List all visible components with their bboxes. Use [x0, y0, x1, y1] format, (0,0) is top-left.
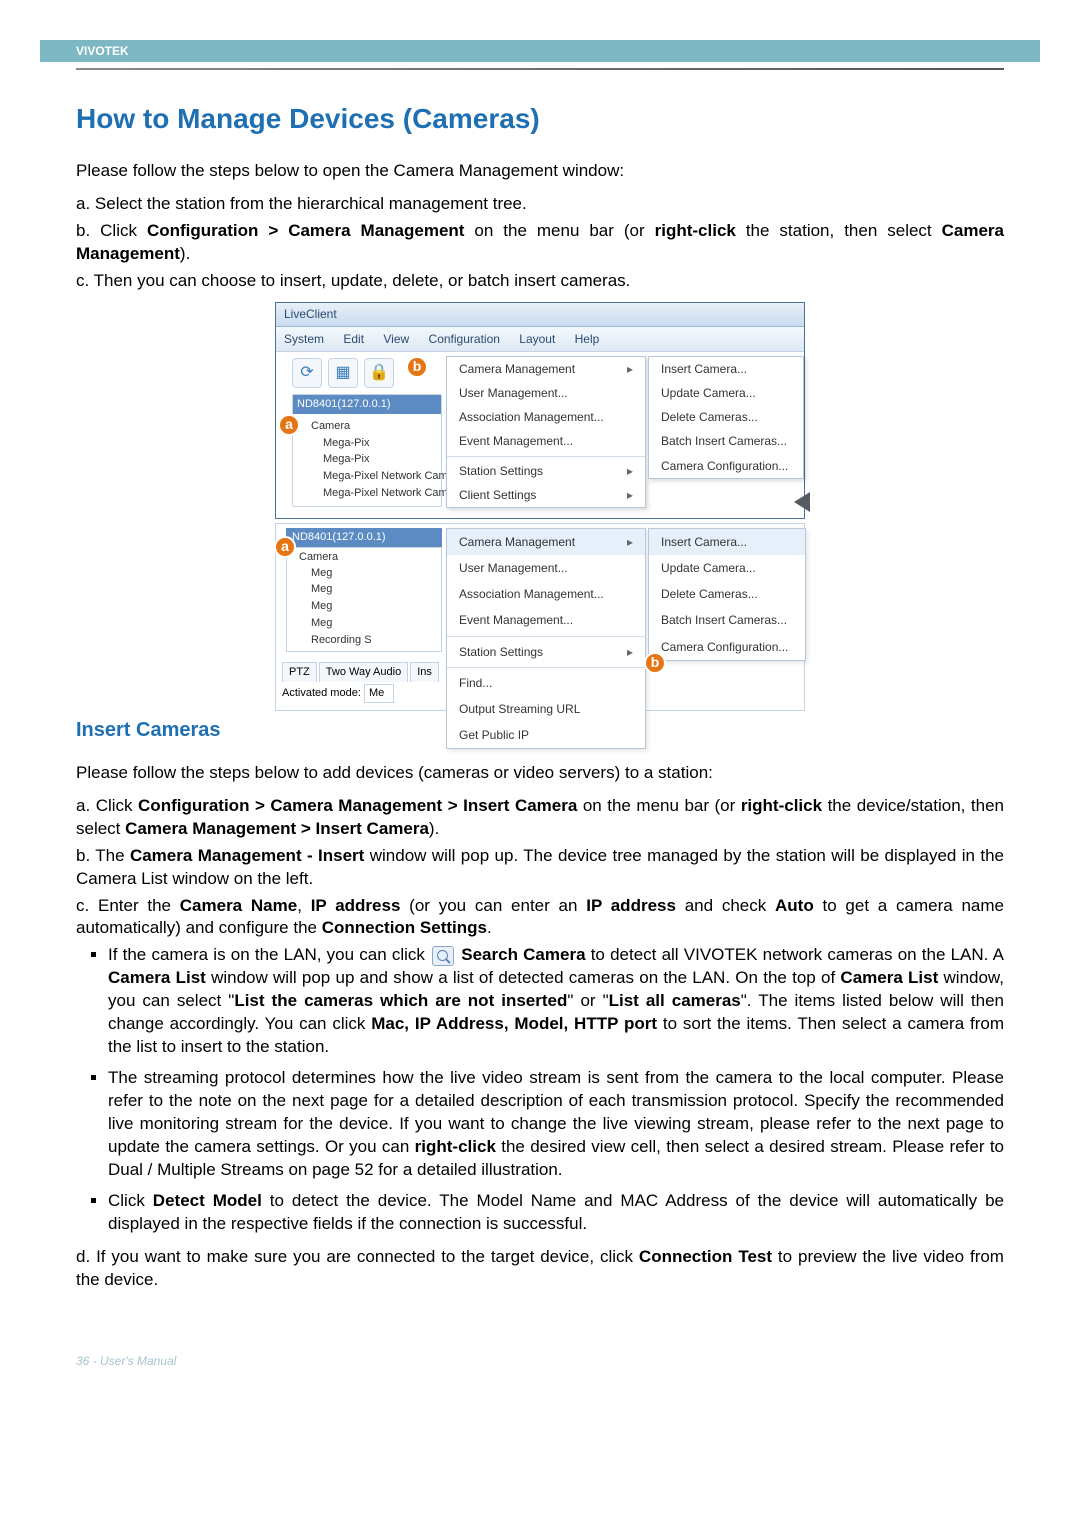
menu-item-station-settings[interactable]: Station Settings▸ — [447, 459, 645, 483]
sub-camera-config[interactable]: Camera Configuration... — [649, 634, 805, 660]
menu-item-association-management[interactable]: Association Management... — [447, 405, 645, 429]
menu-configuration[interactable]: Configuration — [429, 332, 500, 346]
camera-management-submenu: Insert Camera... Update Camera... Delete… — [648, 356, 804, 479]
step-a: a. Select the station from the hierarchi… — [76, 193, 1004, 216]
menu-system[interactable]: System — [284, 332, 324, 346]
context-submenu: Insert Camera... Update Camera... Delete… — [648, 528, 806, 661]
menu-item-user-management[interactable]: User Management... — [447, 381, 645, 405]
menu-view[interactable]: View — [383, 332, 409, 346]
ctx-output-streaming-url[interactable]: Output Streaming URL — [447, 696, 645, 722]
callout-b: b — [644, 652, 666, 674]
menu-bar: System Edit View Configuration Layout He… — [276, 327, 804, 352]
menu-item-event-management[interactable]: Event Management... — [447, 429, 645, 453]
submenu-delete-cameras[interactable]: Delete Cameras... — [649, 405, 803, 429]
tree-cam-item[interactable]: Mega-Pix — [299, 451, 435, 468]
tab-two-way-audio[interactable]: Two Way Audio — [319, 662, 408, 682]
insert-intro: Please follow the steps below to add dev… — [76, 762, 1004, 785]
brand-text: VIVOTEK — [40, 44, 129, 58]
device-tree: ND8401(127.0.0.1) Camera Mega-Pix Mega-P… — [292, 394, 442, 507]
submenu-insert-camera[interactable]: Insert Camera... — [649, 357, 803, 381]
menu-edit[interactable]: Edit — [343, 332, 364, 346]
step-c: c. Then you can choose to insert, update… — [76, 270, 1004, 293]
menu-layout[interactable]: Layout — [519, 332, 555, 346]
bullet-detect-model: Click Detect Model to detect the device.… — [108, 1190, 1004, 1236]
window-title: LiveClient — [284, 307, 337, 321]
activated-mode-label: Activated mode: — [282, 687, 361, 699]
tree-cam-item[interactable]: Meg — [291, 581, 437, 598]
tree-station[interactable]: ND8401(127.0.0.1) — [286, 528, 442, 547]
bottom-tabs: PTZ Two Way Audio Ins — [282, 662, 439, 682]
ctx-find[interactable]: Find... — [447, 670, 645, 696]
tree-cam-item[interactable]: Mega-Pixel Network Camera(19 — [299, 485, 435, 502]
callout-b: b — [406, 356, 428, 378]
callout-a: a — [278, 414, 300, 436]
header-band: VIVOTEK — [40, 40, 1040, 62]
sec2-step-a: a. Click Configuration > Camera Manageme… — [76, 795, 1004, 841]
tree-cam-item[interactable]: Meg — [291, 615, 437, 632]
step-b: b. Click Configuration > Camera Manageme… — [76, 220, 1004, 266]
sub-insert-camera[interactable]: Insert Camera... — [649, 529, 805, 555]
callout-a: a — [274, 536, 296, 558]
ctx-get-public-ip[interactable]: Get Public IP — [447, 722, 645, 748]
header-rule — [76, 68, 1004, 70]
sub-update-camera[interactable]: Update Camera... — [649, 555, 805, 581]
page-footer: 36 - User's Manual — [0, 1336, 1080, 1428]
tree-recording-item[interactable]: Recording S — [291, 632, 437, 649]
tree-cam-item[interactable]: Mega-Pix — [299, 435, 435, 452]
submenu-batch-insert[interactable]: Batch Insert Cameras... — [649, 429, 803, 453]
tree-cam-item[interactable]: Meg — [291, 565, 437, 582]
configuration-dropdown: Camera Management▸ User Management... As… — [446, 356, 646, 508]
sec2-step-b: b. The Camera Management - Insert window… — [76, 845, 1004, 891]
tree-cam-item[interactable]: Mega-Pixel Network Camera(19 — [299, 468, 435, 485]
sec2-step-c: c. Enter the Camera Name, IP address (or… — [76, 895, 1004, 941]
search-icon — [432, 946, 454, 966]
sec2-step-d: d. If you want to make sure you are conn… — [76, 1246, 1004, 1292]
bullet-search-camera: If the camera is on the LAN, you can cli… — [108, 944, 1004, 1059]
tree-camera-folder[interactable]: Camera — [299, 418, 435, 435]
lock-icon[interactable]: 🔒 — [364, 358, 394, 388]
window-titlebar: LiveClient — [276, 303, 804, 326]
submenu-camera-config[interactable]: Camera Configuration... — [649, 454, 803, 478]
tab-ptz[interactable]: PTZ — [282, 662, 317, 682]
ctx-camera-management[interactable]: Camera Management▸ — [447, 529, 645, 555]
menu-item-client-settings[interactable]: Client Settings▸ — [447, 483, 645, 507]
ctx-station-settings[interactable]: Station Settings▸ — [447, 639, 645, 665]
sub-delete-cameras[interactable]: Delete Cameras... — [649, 581, 805, 607]
sub-batch-insert[interactable]: Batch Insert Cameras... — [649, 607, 805, 633]
intro-text: Please follow the steps below to open th… — [76, 160, 1004, 183]
ctx-association-management[interactable]: Association Management... — [447, 581, 645, 607]
tree-cam-item[interactable]: Meg — [291, 598, 437, 615]
screenshot-liveclient: LiveClient System Edit View Configuratio… — [275, 302, 805, 518]
menu-item-camera-management[interactable]: Camera Management▸ — [447, 357, 645, 381]
activated-mode-row: Activated mode: Me — [282, 684, 394, 703]
activated-mode-value[interactable]: Me — [364, 684, 394, 703]
tree-station[interactable]: ND8401(127.0.0.1) — [293, 395, 441, 414]
bullet-streaming-protocol: The streaming protocol determines how th… — [108, 1067, 1004, 1182]
layout-icon[interactable]: ▦ — [328, 358, 358, 388]
menu-help[interactable]: Help — [575, 332, 600, 346]
context-menu: Camera Management▸ User Management... As… — [446, 528, 646, 750]
page-title: How to Manage Devices (Cameras) — [76, 100, 1004, 138]
tree-camera-folder[interactable]: Camera Meg Meg Meg Meg Recording S — [286, 547, 442, 652]
screenshot-context-menu: ND8401(127.0.0.1) Camera Meg Meg Meg Meg… — [275, 523, 805, 711]
power-icon[interactable]: ⟳ — [292, 358, 322, 388]
ctx-event-management[interactable]: Event Management... — [447, 607, 645, 633]
pointer-arrow-icon — [794, 492, 810, 512]
ctx-user-management[interactable]: User Management... — [447, 555, 645, 581]
tab-ins[interactable]: Ins — [410, 662, 439, 682]
submenu-update-camera[interactable]: Update Camera... — [649, 381, 803, 405]
